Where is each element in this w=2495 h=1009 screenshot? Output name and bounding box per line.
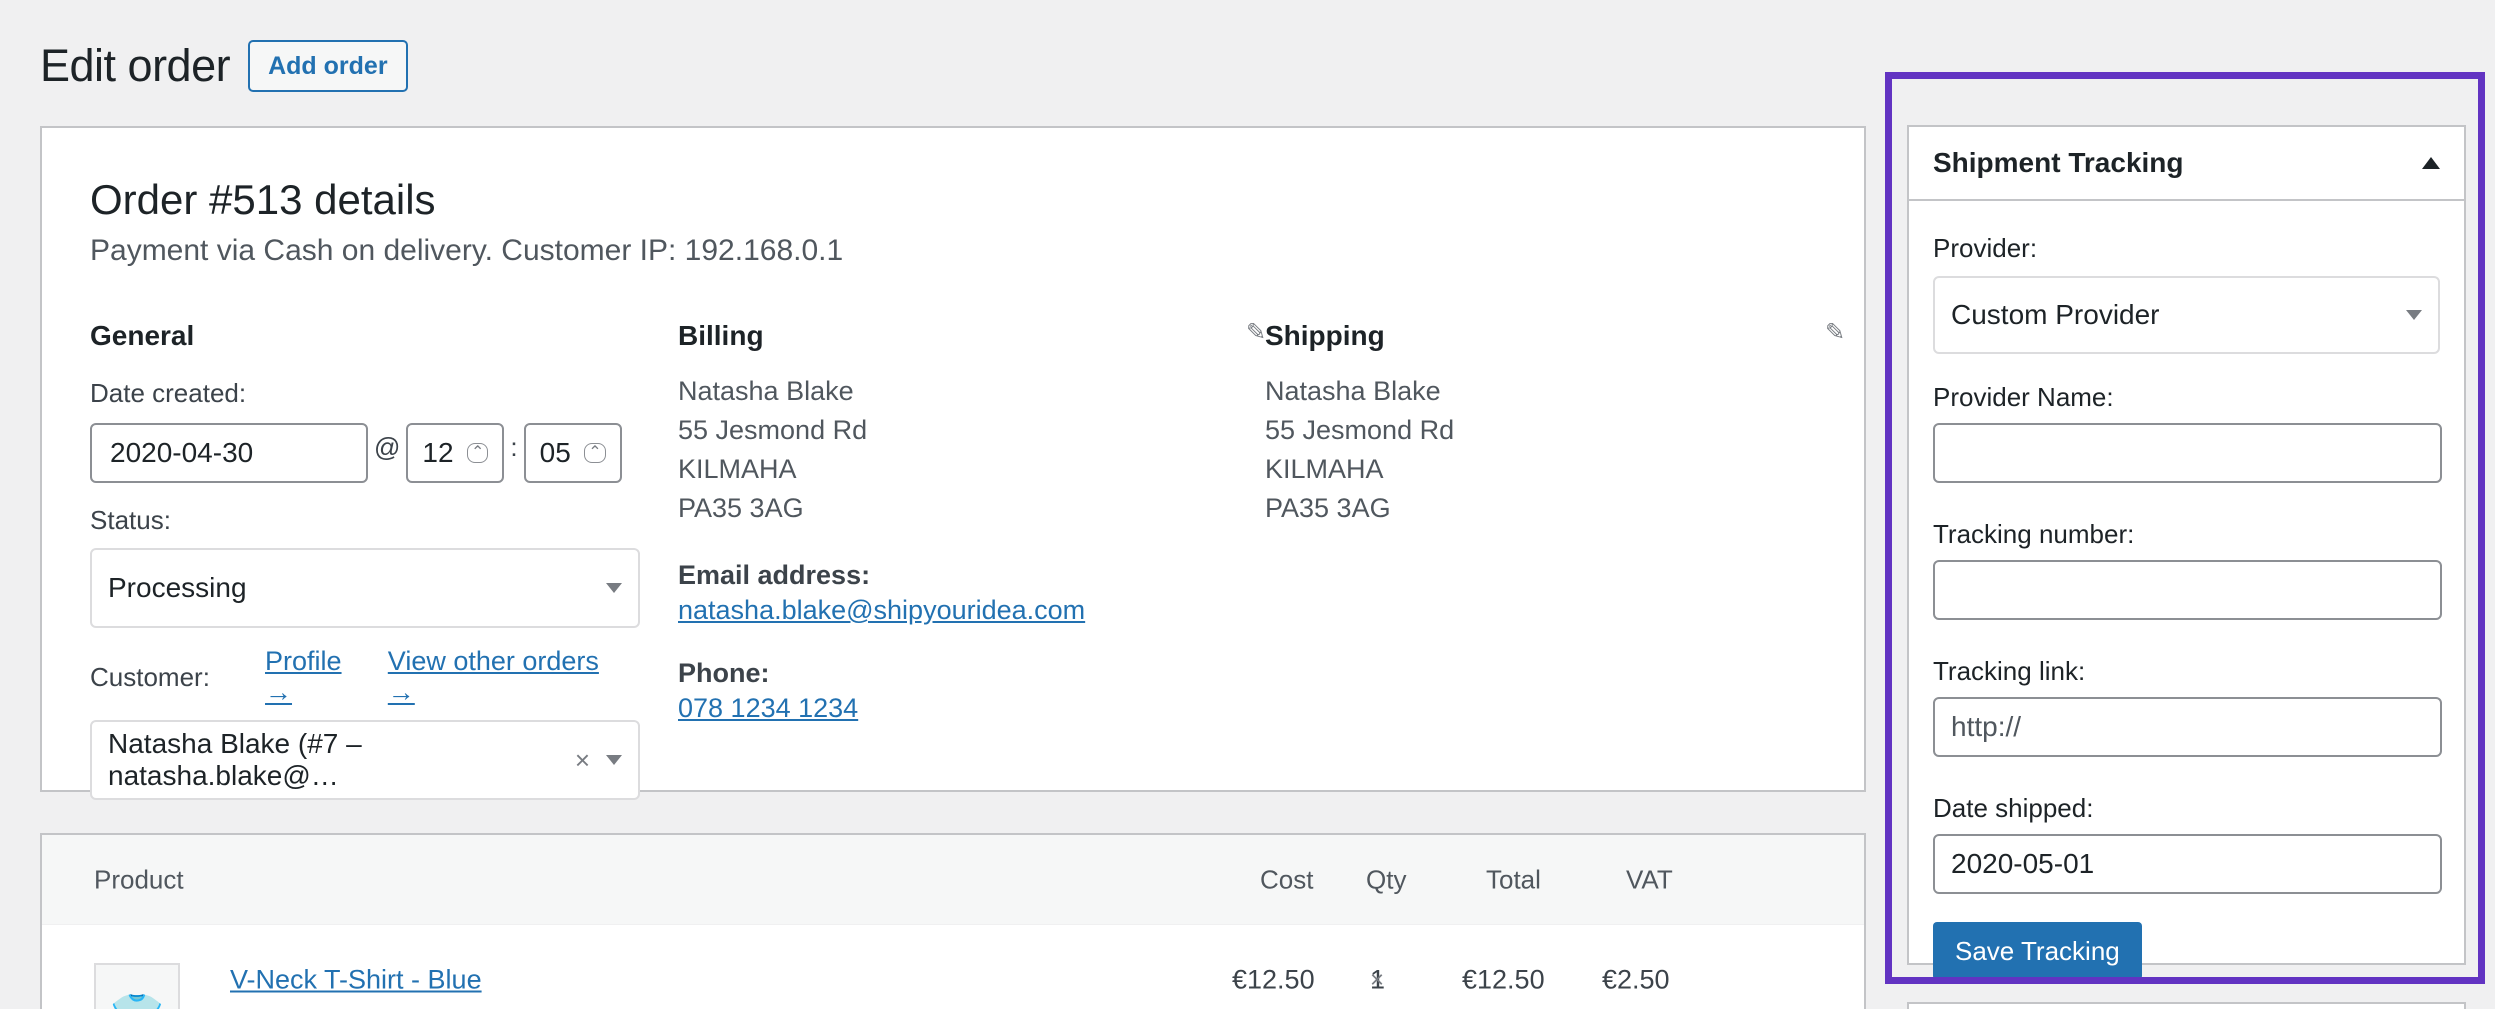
- general-title: General: [90, 320, 195, 351]
- shipping-address-line: Natasha Blake: [1265, 376, 1441, 406]
- table-row: 👕 V-Neck T-Shirt - Blue €12.50 ×1 €12.50…: [42, 925, 1864, 1009]
- column-qty[interactable]: Qty: [1366, 864, 1406, 895]
- page-title: Edit order: [40, 40, 231, 91]
- time-separator: :: [510, 431, 518, 462]
- product-name-cell: V-Neck T-Shirt - Blue: [230, 965, 482, 996]
- customer-select[interactable]: Natasha Blake (#7 – natasha.blake@… ×: [90, 720, 640, 800]
- shipping-address-line: PA35 3AG: [1265, 493, 1391, 523]
- column-product[interactable]: Product: [94, 864, 184, 895]
- item-vat: €2.50: [1602, 964, 1670, 995]
- shipping-title: Shipping: [1265, 320, 1385, 351]
- items-table-header: Product Cost Qty Total VAT: [42, 835, 1864, 925]
- next-metabox: [1907, 1002, 2466, 1009]
- hour-value: 12: [422, 437, 454, 468]
- t-shirt-icon: 👕: [110, 990, 165, 1009]
- chevron-down-icon: [606, 755, 622, 765]
- billing-title: Billing: [678, 320, 764, 351]
- shipping-address-line: 55 Jesmond Rd: [1265, 415, 1455, 445]
- shipping-address: Natasha Blake 55 Jesmond Rd KILMAHA PA35…: [1265, 372, 1825, 528]
- customer-row: Customer: Profile → View other orders →: [90, 646, 640, 708]
- edit-billing-pencil-icon[interactable]: ✎: [1246, 318, 1266, 347]
- minute-value: 05: [539, 437, 571, 468]
- status-value: Processing: [108, 572, 247, 603]
- times-sign: ×: [1370, 966, 1385, 993]
- billing-address-line: KILMAHA: [678, 454, 797, 484]
- billing-address-line: Natasha Blake: [678, 376, 854, 406]
- chevron-down-icon: [606, 583, 622, 593]
- shipping-section: Shipping ✎ Natasha Blake 55 Jesmond Rd K…: [1265, 318, 1845, 528]
- customer-profile-link[interactable]: Profile →: [265, 646, 372, 708]
- column-cost[interactable]: Cost: [1260, 864, 1313, 895]
- date-created-input[interactable]: 2020-04-30: [90, 423, 368, 483]
- customer-value: Natasha Blake (#7 – natasha.blake@…: [108, 728, 362, 791]
- add-order-button[interactable]: Add order: [248, 40, 408, 92]
- general-section: General Date created: 2020-04-30 @ 12 ⌃ …: [90, 318, 640, 800]
- minute-input[interactable]: 05 ⌃: [523, 423, 622, 483]
- billing-address-line: PA35 3AG: [678, 493, 804, 523]
- order-details-panel: Order #513 details Payment via Cash on d…: [40, 126, 1866, 800]
- spinner-icon[interactable]: ⌃: [584, 443, 606, 463]
- product-link[interactable]: V-Neck T-Shirt - Blue: [230, 965, 482, 995]
- phone-link[interactable]: 078 1234 1234: [678, 693, 858, 724]
- view-other-orders-link[interactable]: View other orders →: [388, 646, 624, 708]
- highlight-frame: [1885, 72, 2485, 984]
- column-vat[interactable]: VAT: [1626, 864, 1673, 895]
- page-header: Edit order Add order: [40, 40, 408, 92]
- billing-address: Natasha Blake 55 Jesmond Rd KILMAHA PA35…: [678, 372, 1238, 528]
- date-created-row: 2020-04-30 @ 12 ⌃ : 05 ⌃: [90, 423, 640, 483]
- email-label: Email address:: [678, 560, 871, 590]
- shipping-address-line: KILMAHA: [1265, 454, 1384, 484]
- email-link[interactable]: natasha.blake@shipyouridea.com: [678, 595, 1085, 626]
- billing-address-line: 55 Jesmond Rd: [678, 415, 868, 445]
- order-items-panel: Product Cost Qty Total VAT 👕 V-Neck T-Sh…: [40, 833, 1866, 1009]
- order-payment-info: Payment via Cash on delivery. Customer I…: [90, 234, 844, 267]
- order-heading: Order #513 details: [90, 176, 436, 223]
- billing-section: Billing ✎ Natasha Blake 55 Jesmond Rd KI…: [678, 318, 1266, 724]
- item-cost: €12.50: [1232, 964, 1315, 995]
- status-label: Status:: [90, 505, 171, 535]
- hour-input[interactable]: 12 ⌃: [406, 423, 505, 483]
- item-qty: × 1: [1370, 965, 1385, 996]
- date-created-label: Date created:: [90, 378, 247, 408]
- column-total[interactable]: Total: [1486, 864, 1541, 895]
- spinner-icon[interactable]: ⌃: [467, 443, 489, 463]
- product-thumbnail[interactable]: 👕: [94, 963, 180, 1009]
- clear-icon[interactable]: ×: [575, 745, 590, 776]
- phone-label: Phone:: [678, 658, 770, 688]
- edit-shipping-pencil-icon[interactable]: ✎: [1825, 318, 1845, 347]
- item-total: €12.50: [1462, 964, 1545, 995]
- status-select[interactable]: Processing: [90, 548, 640, 628]
- at-sign: @: [374, 431, 401, 462]
- customer-label: Customer:: [90, 661, 210, 692]
